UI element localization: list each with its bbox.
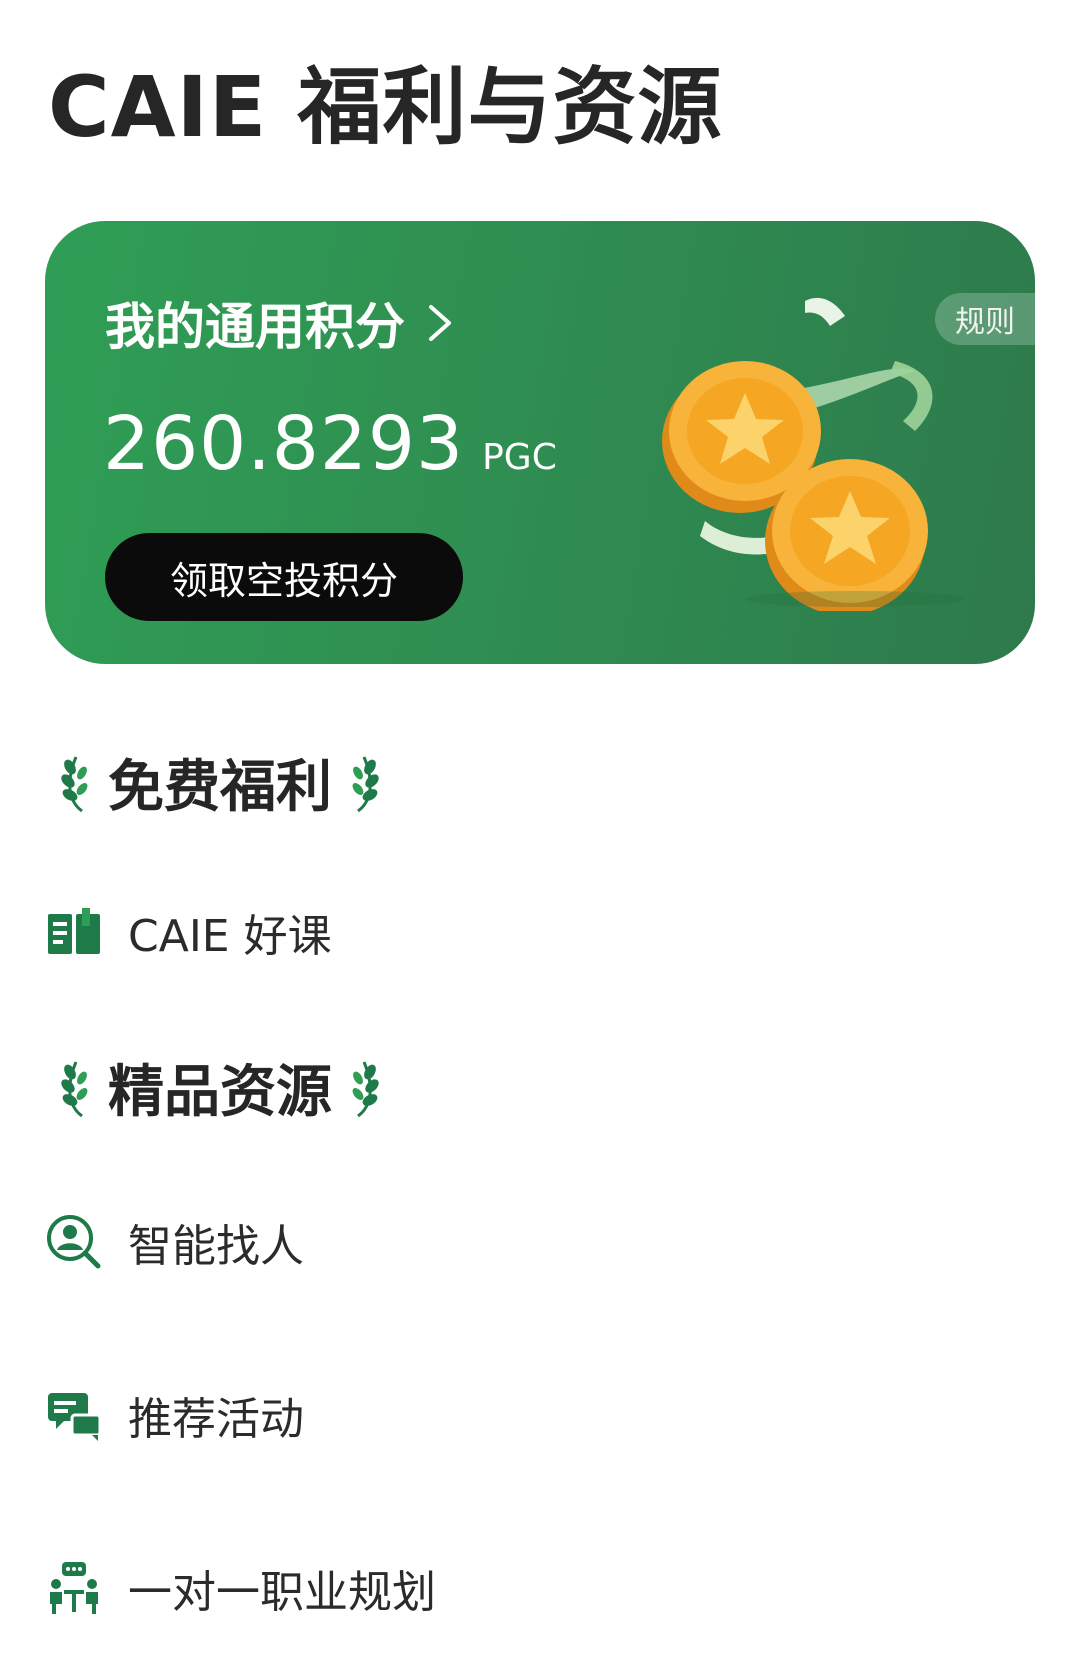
laurel-right-icon	[352, 1060, 379, 1117]
section-title: 精品资源	[108, 1060, 332, 1125]
chevron-right-icon	[429, 305, 451, 341]
laurel-right-icon	[352, 755, 379, 812]
book-icon	[48, 908, 100, 954]
balance-unit: PGC	[482, 437, 557, 478]
list-item-caie-courses[interactable]: CAIE 好课	[46, 900, 332, 964]
list-item-smart-people-search[interactable]: 智能找人	[46, 1210, 304, 1274]
coins-illustration	[662, 297, 965, 611]
list-item-career-planning[interactable]: 一对一职业规划	[46, 1556, 436, 1620]
section-premium-resources-header: 精品资源	[60, 1047, 380, 1128]
claim-airdrop-button[interactable]: 领取空投积分	[105, 533, 463, 621]
points-heading-label: 我的通用积分	[105, 298, 405, 356]
page: CAIE 福利与资源 我的通用积分 规则 260.8293 PGC 领取空投积分	[0, 0, 1080, 1672]
consultation-icon	[50, 1562, 98, 1614]
list-item-label: 一对一职业规划	[128, 1567, 436, 1618]
list-item-recommended-events[interactable]: 推荐活动	[46, 1383, 304, 1447]
list-item-label: CAIE 好课	[128, 911, 332, 962]
laurel-left-icon	[61, 755, 88, 812]
laurel-left-icon	[61, 1060, 88, 1117]
person-search-icon	[47, 1215, 101, 1269]
list-item-label: 推荐活动	[128, 1394, 304, 1445]
section-free-benefits-header: 免费福利	[60, 742, 380, 823]
points-card: 我的通用积分 规则 260.8293 PGC 领取空投积分	[45, 221, 1035, 664]
points-heading-link[interactable]: 我的通用积分	[105, 287, 453, 359]
list-item-label: 智能找人	[128, 1221, 304, 1272]
page-title: CAIE 福利与资源	[48, 58, 723, 156]
section-title: 免费福利	[108, 755, 332, 820]
balance: 260.8293 PGC	[103, 401, 557, 487]
chat-bubbles-icon	[48, 1393, 102, 1441]
balance-value: 260.8293	[103, 401, 465, 487]
